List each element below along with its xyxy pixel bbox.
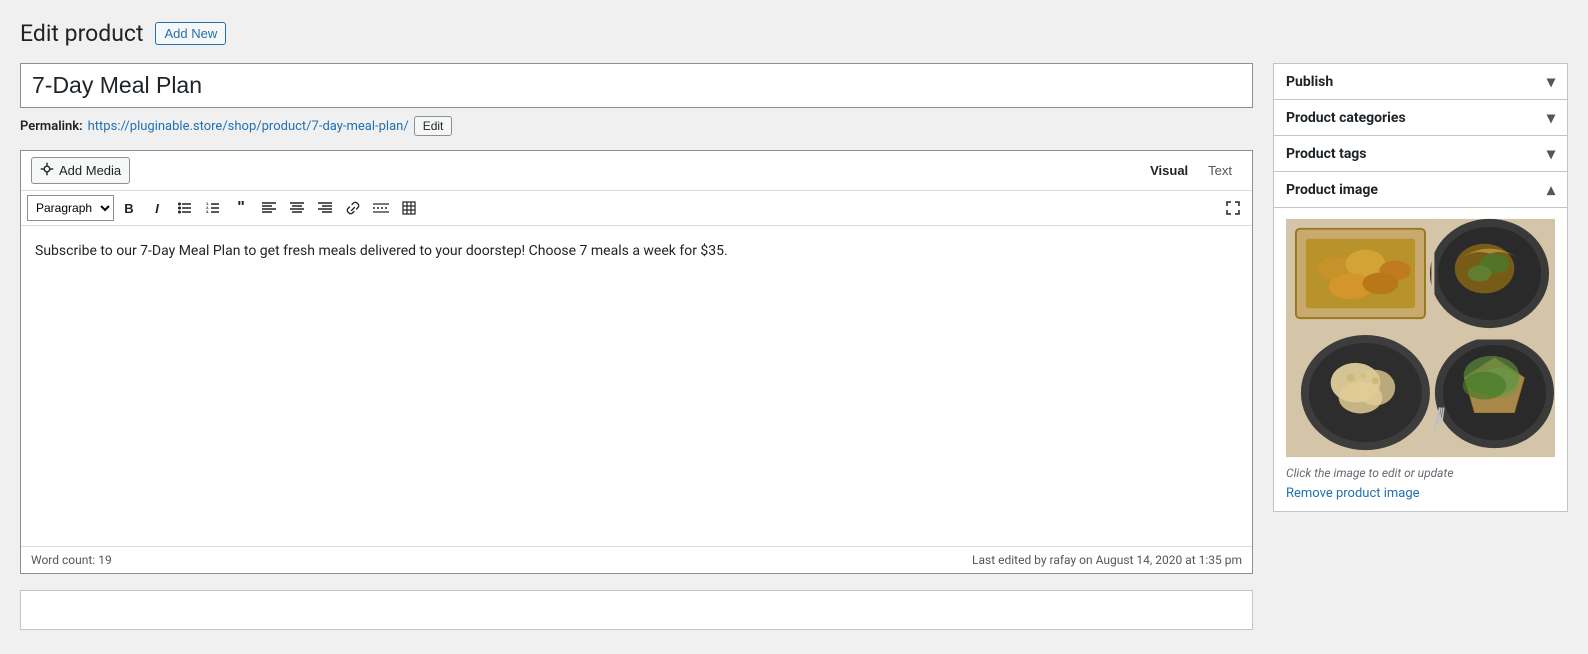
ul-icon [178,201,192,215]
permalink-url[interactable]: https://plug‌inable.store/shop/product/7… [88,119,409,134]
product-categories-panel: Product categories ▾ [1273,100,1568,136]
editor-container: Add Media Visual Text Paragraph B I [20,150,1253,574]
link-button[interactable] [340,195,366,221]
bold-button[interactable]: B [116,195,142,221]
product-image-panel: Product image ▴ [1273,172,1568,512]
remove-product-image-link[interactable]: Remove product image [1286,486,1420,501]
tags-chevron-icon: ▾ [1547,144,1555,163]
product-categories-panel-header[interactable]: Product categories ▾ [1274,100,1567,135]
image-caption: Click the image to edit or update [1286,466,1555,480]
expand-icon [1226,201,1240,215]
read-more-button[interactable] [368,195,394,221]
last-edited-info: Last edited by rafay on August 14, 2020 … [972,553,1242,567]
text-tab[interactable]: Text [1198,159,1242,182]
bottom-section [20,590,1253,630]
publish-panel-label: Publish [1286,74,1333,90]
product-tags-label: Product tags [1286,146,1367,162]
paragraph-select[interactable]: Paragraph [27,195,114,221]
svg-text:3.: 3. [206,209,209,214]
categories-chevron-icon: ▾ [1547,108,1555,127]
product-tags-panel-header[interactable]: Product tags ▾ [1274,136,1567,171]
ordered-list-button[interactable]: 1.2.3. [200,195,226,221]
permalink-edit-button[interactable]: Edit [414,116,453,136]
blockquote-button[interactable]: " [228,195,254,221]
align-left-icon [262,201,276,215]
publish-panel-header[interactable]: Publish ▾ [1274,64,1567,99]
add-media-button[interactable]: Add Media [31,157,130,184]
italic-button[interactable]: I [144,195,170,221]
align-right-button[interactable] [312,195,338,221]
align-center-button[interactable] [284,195,310,221]
add-media-icon [40,162,54,179]
product-categories-label: Product categories [1286,110,1406,126]
table-icon [402,201,416,215]
visual-tab[interactable]: Visual [1140,159,1198,182]
link-icon [346,201,360,215]
publish-chevron-icon: ▾ [1547,72,1555,91]
product-tags-panel: Product tags ▾ [1273,136,1568,172]
align-center-icon [290,201,304,215]
food-image-svg [1286,218,1555,458]
word-count-label: Word count: 19 [31,553,112,567]
product-image-content: Click the image to edit or update Remove… [1274,208,1567,511]
right-sidebar: Publish ▾ Product categories ▾ Product t… [1273,63,1568,644]
table-button[interactable] [396,195,422,221]
permalink-label: Permalink: [20,119,83,134]
product-image-panel-header[interactable]: Product image ▴ [1274,172,1567,208]
read-more-icon [373,201,389,215]
page-title: Edit product [20,20,143,47]
publish-panel: Publish ▾ [1273,63,1568,100]
editor-content[interactable]: Subscribe to our 7-Day Meal Plan to get … [21,226,1252,546]
add-media-label: Add Media [59,163,121,178]
align-right-icon [318,201,332,215]
product-image-label: Product image [1286,182,1378,198]
format-toolbar: Paragraph B I 1.2.3. " [21,191,1252,226]
product-image[interactable] [1286,218,1555,458]
ol-icon: 1.2.3. [206,201,220,215]
unordered-list-button[interactable] [172,195,198,221]
product-image-chevron-icon: ▴ [1547,180,1555,199]
product-description: Subscribe to our 7-Day Meal Plan to get … [35,240,1238,262]
align-left-button[interactable] [256,195,282,221]
expand-button[interactable] [1220,195,1246,221]
product-title-input[interactable] [20,63,1253,108]
add-new-button[interactable]: Add New [155,22,226,45]
